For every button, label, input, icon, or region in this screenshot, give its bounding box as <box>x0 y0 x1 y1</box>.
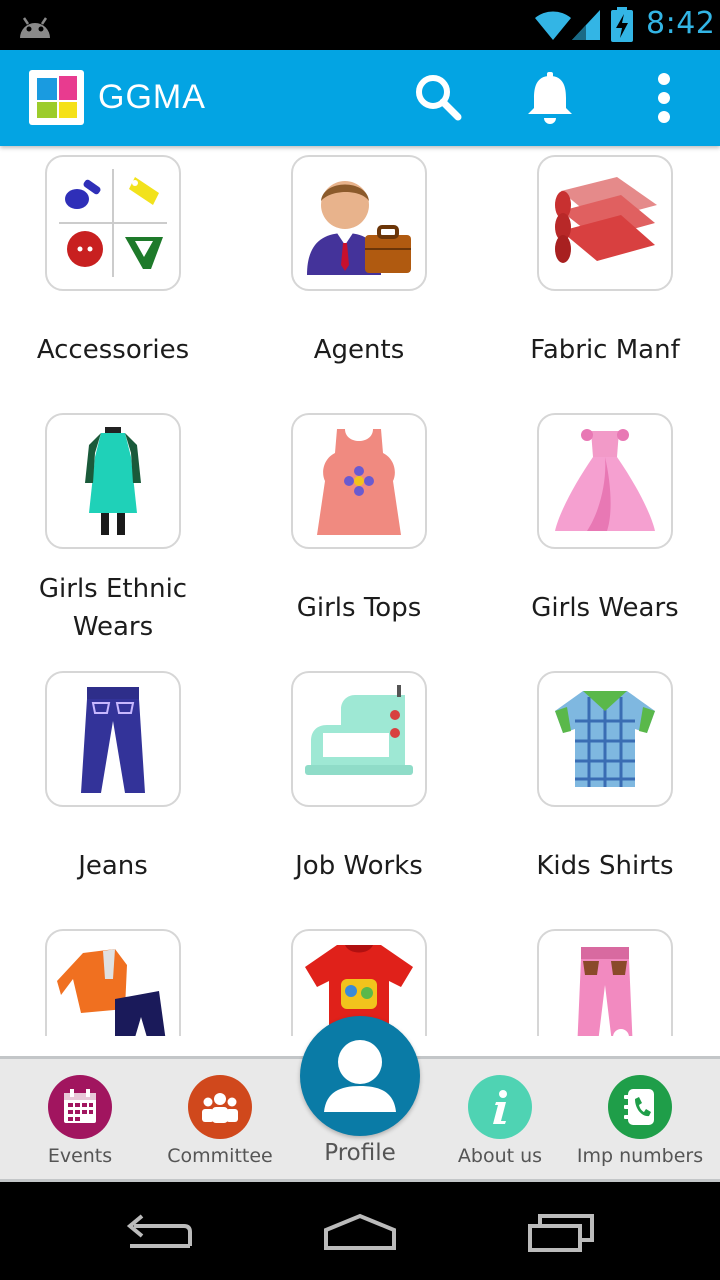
category-tile[interactable]: Jeans <box>0 662 246 920</box>
fabric-rolls-icon <box>537 155 673 291</box>
nav-label: About us <box>457 1145 543 1167</box>
android-icon <box>16 10 54 44</box>
recents-icon[interactable] <box>520 1208 600 1256</box>
system-nav-bar <box>0 1182 720 1280</box>
pink-pants-icon <box>537 929 673 1036</box>
nav-label: Committee <box>167 1145 273 1167</box>
home-icon[interactable] <box>320 1208 400 1256</box>
category-label: Jeans <box>78 851 148 881</box>
category-tile[interactable] <box>0 920 246 1036</box>
ethnic-kurta-icon <box>45 413 181 549</box>
profile-button[interactable] <box>300 1016 420 1136</box>
category-label: Girls Ethnic Wears <box>38 574 188 642</box>
category-label: Fabric Manf <box>530 335 680 365</box>
category-label: Job Works <box>295 851 423 881</box>
nav-about-us[interactable]: About us <box>430 1059 570 1179</box>
nav-committee[interactable]: Committee <box>150 1059 290 1179</box>
category-tile[interactable]: Girls Ethnic Wears <box>0 404 246 662</box>
category-tile[interactable]: Agents <box>246 146 492 404</box>
more-vert-icon[interactable] <box>636 70 692 126</box>
nav-imp-numbers[interactable]: Imp numbers <box>570 1059 710 1179</box>
phone-book-icon <box>608 1075 672 1139</box>
nav-events[interactable]: Events <box>10 1059 150 1179</box>
signal-icon <box>572 8 602 46</box>
kids-outfit-icon <box>45 929 181 1036</box>
status-bar: 8:42 <box>0 0 720 50</box>
nav-label: Imp numbers <box>576 1145 704 1167</box>
accessories-icon <box>45 155 181 291</box>
category-tile[interactable] <box>492 920 720 1036</box>
sewing-machine-icon <box>291 671 427 807</box>
tank-top-icon <box>291 413 427 549</box>
battery-charging-icon <box>610 7 634 47</box>
category-label: Kids Shirts <box>536 851 674 881</box>
nav-label: Profile <box>324 1140 396 1166</box>
search-icon[interactable] <box>410 70 466 126</box>
category-tile[interactable]: Girls Tops <box>246 404 492 662</box>
bell-icon[interactable] <box>522 70 578 126</box>
category-label: Girls Tops <box>296 593 422 623</box>
category-label: Girls Wears <box>531 593 679 623</box>
category-label: Accessories <box>36 335 190 365</box>
status-clock: 8:42 <box>646 6 716 41</box>
wifi-icon <box>534 8 572 46</box>
calendar-icon <box>48 1075 112 1139</box>
app-screen: 8:42 GGMA Accessories Agents Fabric Manf… <box>0 0 720 1280</box>
info-icon <box>468 1075 532 1139</box>
category-tile[interactable]: Job Works <box>246 662 492 920</box>
category-tile[interactable]: Accessories <box>0 146 246 404</box>
person-icon <box>324 1040 396 1112</box>
app-bar: GGMA <box>0 50 720 146</box>
app-title: GGMA <box>98 78 206 116</box>
checked-shirt-icon <box>537 671 673 807</box>
category-label: Agents <box>313 335 405 365</box>
category-tile[interactable]: Kids Shirts <box>492 662 720 920</box>
category-tile[interactable]: Fabric Manf <box>492 146 720 404</box>
pink-gown-icon <box>537 413 673 549</box>
app-logo[interactable] <box>29 70 84 125</box>
group-icon <box>188 1075 252 1139</box>
nav-label: Events <box>47 1145 113 1167</box>
jeans-icon <box>45 671 181 807</box>
category-tile[interactable]: Girls Wears <box>492 404 720 662</box>
back-icon[interactable] <box>120 1208 200 1256</box>
category-grid: Accessories Agents Fabric Manf Girls Eth… <box>0 146 720 1036</box>
agent-businessman-icon <box>291 155 427 291</box>
